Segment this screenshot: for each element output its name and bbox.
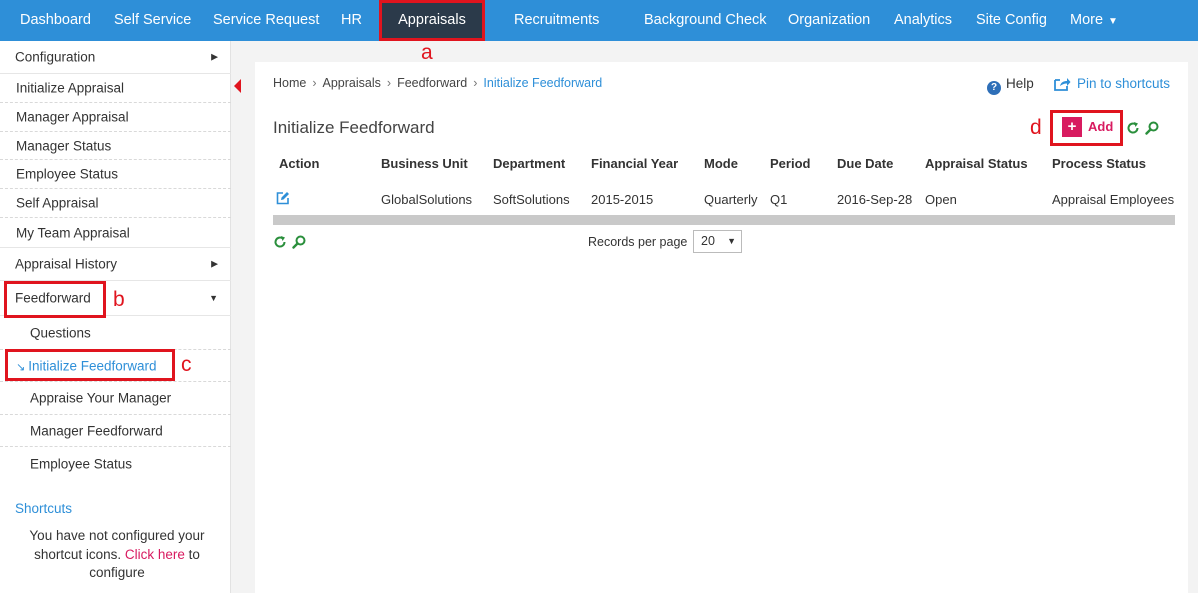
sidebar-item-label: My Team Appraisal — [16, 225, 130, 240]
column-header-appraisal-status[interactable]: Appraisal Status — [925, 156, 1028, 171]
refresh-icon[interactable] — [273, 235, 287, 249]
column-header-due-date[interactable]: Due Date — [837, 156, 893, 171]
configure-shortcuts-link[interactable]: Click here — [125, 547, 185, 562]
sidebar-item-label: Employee Status — [16, 166, 119, 182]
nav-recruitments[interactable]: Recruitments — [514, 0, 599, 41]
breadcrumb-separator: › — [473, 76, 478, 90]
nav-more-label: More — [1070, 12, 1104, 28]
annotation-label-a: a — [421, 41, 433, 64]
chevron-right-icon: ▶ — [211, 258, 218, 269]
nav-dashboard[interactable]: Dashboard — [20, 0, 91, 41]
cell-department: SoftSolutions — [493, 192, 570, 207]
breadcrumb-appraisals[interactable]: Appraisals — [323, 76, 381, 90]
annotation-label-b: b — [113, 288, 125, 311]
nav-background-check[interactable]: Background Check — [644, 0, 767, 41]
nav-self-service[interactable]: Self Service — [114, 0, 191, 41]
cell-due-date: 2016-Sep-28 — [837, 192, 913, 207]
cell-financial-year: 2015-2015 — [591, 192, 654, 207]
sidebar-item-employee-status[interactable]: Employee Status — [0, 160, 231, 189]
sidebar-item-label: Configuration — [15, 49, 96, 65]
breadcrumb-separator: › — [312, 76, 317, 90]
shortcuts-message: You have not configured your shortcut ic… — [18, 527, 216, 583]
sidebar-item-label: Appraise Your Manager — [30, 390, 172, 406]
sidebar-item-manager-appraisal[interactable]: Manager Appraisal — [0, 103, 231, 132]
horizontal-scrollbar[interactable] — [273, 215, 1175, 225]
nav-service-request[interactable]: Service Request — [213, 0, 319, 41]
sidebar-collapse-toggle[interactable] — [231, 67, 245, 105]
sidebar-item-appraisal-history[interactable]: Appraisal History ▶ — [0, 248, 231, 281]
help-link[interactable]: ? Help — [987, 76, 1034, 95]
cell-mode: Quarterly — [704, 192, 758, 207]
search-icon[interactable] — [292, 235, 306, 249]
top-nav: Dashboard Self Service Service Request H… — [0, 0, 1198, 41]
sidebar-item-label: Employee Status — [30, 456, 133, 471]
sidebar-item-my-team-appraisal[interactable]: My Team Appraisal — [0, 218, 231, 248]
annotation-box-d — [1050, 110, 1123, 146]
sidebar-item-manager-status[interactable]: Manager Status — [0, 132, 231, 160]
sidebar-item-label: Self Appraisal — [16, 195, 99, 211]
sidebar-item-appraise-your-manager[interactable]: Appraise Your Manager — [0, 382, 231, 415]
cell-business-unit: GlobalSolutions — [381, 192, 473, 207]
sidebar-item-employee-status-2[interactable]: Employee Status — [0, 447, 231, 480]
annotation-box-b — [4, 281, 106, 318]
column-header-financial-year[interactable]: Financial Year — [591, 156, 678, 171]
sidebar-item-initialize-appraisal[interactable]: Initialize Appraisal — [0, 74, 231, 103]
column-header-mode[interactable]: Mode — [704, 156, 738, 171]
column-header-department[interactable]: Department — [493, 156, 565, 171]
breadcrumb: Home › Appraisals › Feedforward › Initialize F… — [273, 76, 602, 90]
share-icon — [1054, 78, 1071, 91]
annotation-box-c — [5, 349, 175, 381]
sidebar-item-manager-feedforward[interactable]: Manager Feedforward — [0, 415, 231, 447]
pin-label: Pin to shortcuts — [1077, 76, 1171, 91]
records-per-page-label: Records per page — [588, 235, 688, 249]
sidebar-item-configuration[interactable]: Configuration ▶ — [0, 41, 231, 74]
breadcrumb-separator: › — [386, 76, 392, 90]
search-icon[interactable] — [1145, 121, 1159, 135]
sidebar-item-label: Manager Status — [16, 138, 112, 153]
help-label: Help — [1006, 76, 1034, 91]
chevron-down-icon: ▼ — [209, 293, 218, 303]
main-panel — [255, 62, 1188, 593]
chevron-down-icon: ▼ — [1108, 16, 1118, 27]
page-title: Initialize Feedforward — [273, 118, 435, 137]
sidebar-item-label: Initialize Appraisal — [16, 80, 125, 96]
nav-site-config[interactable]: Site Config — [976, 0, 1047, 41]
annotation-box-a — [379, 0, 485, 41]
chevron-down-icon: ▼ — [727, 236, 736, 246]
nav-more[interactable]: More ▼ — [1070, 0, 1118, 41]
records-per-page-select[interactable]: 20 ▼ — [693, 230, 742, 253]
nav-hr[interactable]: HR — [341, 0, 362, 41]
refresh-icon[interactable] — [1126, 121, 1140, 135]
cell-appraisal-status: Open — [925, 192, 957, 207]
edit-icon[interactable] — [276, 191, 290, 205]
column-header-process-status[interactable]: Process Status — [1052, 156, 1146, 171]
sidebar-item-self-appraisal[interactable]: Self Appraisal — [0, 189, 231, 218]
records-per-page-value: 20 — [701, 234, 715, 248]
nav-organization[interactable]: Organization — [788, 0, 870, 41]
nav-analytics[interactable]: Analytics — [894, 0, 952, 41]
sidebar-item-label: Manager Feedforward — [30, 423, 163, 438]
breadcrumb-feedforward[interactable]: Feedforward — [397, 76, 467, 90]
pin-to-shortcuts-link[interactable]: Pin to shortcuts — [1054, 76, 1170, 91]
help-icon: ? — [987, 81, 1001, 95]
annotation-label-c: c — [181, 353, 192, 376]
sidebar-item-label: Appraisal History — [15, 256, 118, 272]
sidebar-item-questions[interactable]: Questions — [0, 316, 231, 350]
collapse-left-icon — [234, 79, 241, 93]
annotation-label-d: d — [1030, 116, 1042, 139]
sidebar-item-label: Manager Appraisal — [16, 109, 129, 125]
shortcuts-title: Shortcuts — [15, 501, 73, 516]
cell-process-status: Appraisal Employees — [1052, 192, 1175, 207]
chevron-right-icon: ▶ — [211, 51, 218, 62]
breadcrumb-home[interactable]: Home — [273, 76, 306, 90]
breadcrumb-current: Initialize Feedforward — [483, 76, 603, 90]
column-header-action: Action — [279, 156, 320, 171]
cell-period: Q1 — [770, 192, 788, 207]
sidebar-item-label: Questions — [30, 325, 91, 340]
column-header-business-unit[interactable]: Business Unit — [381, 156, 468, 171]
column-header-period[interactable]: Period — [770, 156, 810, 171]
